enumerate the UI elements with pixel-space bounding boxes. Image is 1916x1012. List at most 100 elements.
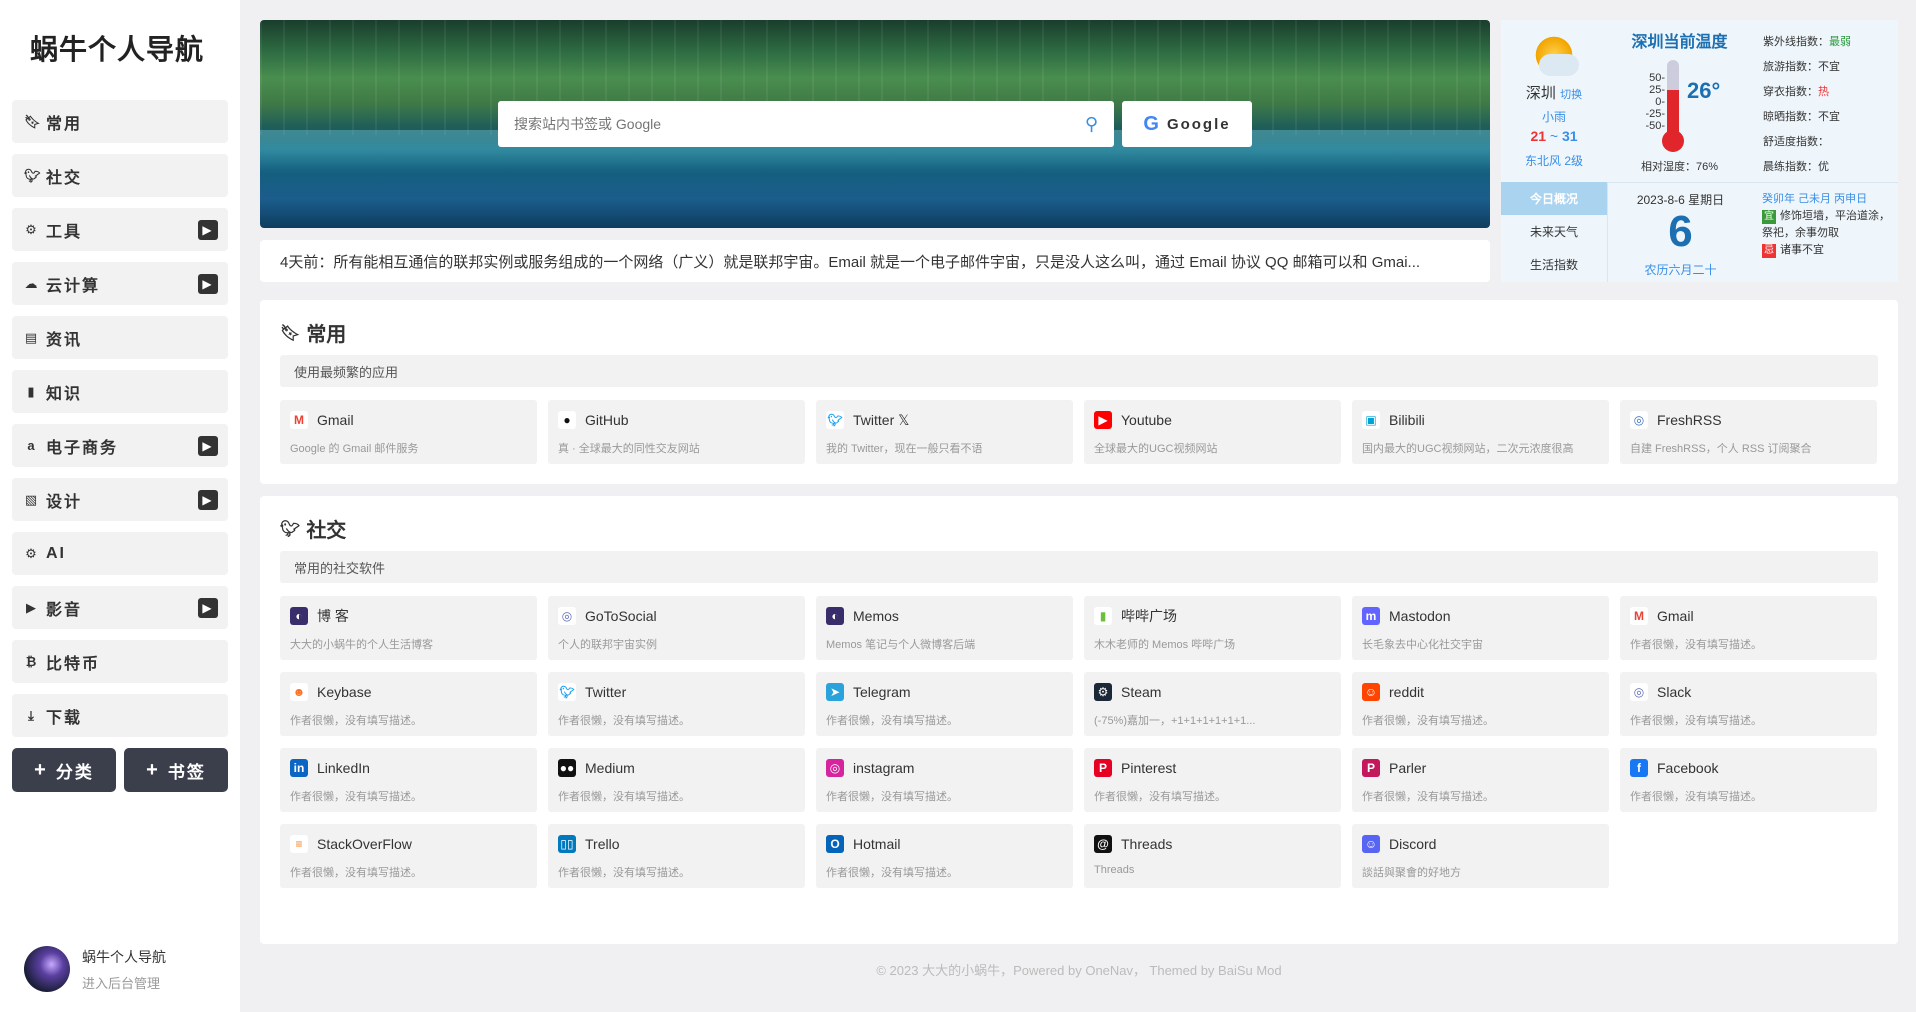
- notice-bar[interactable]: 4天前：所有能相互通信的联邦实例或服务组成的一个网络（广义）就是联邦宇宙。Ema…: [260, 240, 1490, 282]
- bookmark-card[interactable]: 🐦︎ Twitter 𝕏 我的 Twitter，现在一般只看不语: [816, 400, 1073, 464]
- bookmark-card[interactable]: M Gmail 作者很懒，没有填写描述。: [1620, 596, 1877, 660]
- bookmark-card[interactable]: ▯▯ Trello 作者很懒，没有填写描述。: [548, 824, 805, 888]
- card-header: ☺ Discord: [1362, 834, 1599, 854]
- sidebar-item-8[interactable]: ⚙ AI: [12, 532, 228, 575]
- pinterest-icon: P: [1094, 759, 1112, 777]
- sidebar-item-6[interactable]: a 电子商务 ▶: [12, 424, 228, 467]
- sidebar-item-3[interactable]: ☁ 云计算 ▶: [12, 262, 228, 305]
- weather-tab-1[interactable]: 未来天气: [1501, 215, 1607, 248]
- chevron-right-icon[interactable]: ▶: [198, 436, 218, 456]
- bookmark-card[interactable]: ☻ Keybase 作者很懒，没有填写描述。: [280, 672, 537, 736]
- card-header: P Parler: [1362, 758, 1599, 778]
- bookmark-card[interactable]: P Parler 作者很懒，没有填写描述。: [1352, 748, 1609, 812]
- chevron-right-icon[interactable]: ▶: [198, 220, 218, 240]
- bookmark-desc: 作者很懒，没有填写描述。: [558, 715, 690, 727]
- admin-link[interactable]: 进入后台管理: [82, 973, 166, 992]
- thermometer-icon: [1667, 60, 1679, 140]
- weather-widget: 深圳 切换 小雨 21 ~ 31 东北风 2级 深圳当前温度 50- 25- 0- -…: [1501, 20, 1898, 282]
- temp-low: 21: [1530, 128, 1547, 144]
- bookmark-card[interactable]: @ Threads Threads: [1084, 824, 1341, 888]
- bookmark-card[interactable]: ▶ Youtube 全球最大的UGC视频网站: [1084, 400, 1341, 464]
- card-header: ☺ reddit: [1362, 682, 1599, 702]
- hero-banner: ⚲ G Google: [260, 20, 1490, 228]
- card-header: ◐ 博 客: [290, 606, 527, 626]
- humidity: 相对湿度：76%: [1640, 161, 1719, 173]
- download-icon: ⤓: [28, 707, 36, 723]
- bookmark-name: Steam: [1121, 684, 1162, 700]
- bookmark-card[interactable]: f Facebook 作者很懒，没有填写描述。: [1620, 748, 1877, 812]
- github-icon: ●: [558, 411, 576, 429]
- bookmark-card[interactable]: ≡ StackOverFlow 作者很懒，没有填写描述。: [280, 824, 537, 888]
- chevron-right-icon[interactable]: ▶: [198, 598, 218, 618]
- almanac: 癸卯年 己未月 丙申日 宜修饰垣墙，平治道涂，祭祀，余事勿取 忌诸事不宜: [1752, 182, 1898, 282]
- temp-range: 21 ~ 31: [1501, 128, 1607, 144]
- bookmark-desc: 作者很懒，没有填写描述。: [1094, 791, 1226, 803]
- sidebar-item-2[interactable]: ⚙ 工具 ▶: [12, 208, 228, 251]
- search-input[interactable]: [514, 116, 1085, 132]
- bookmark-name: Pinterest: [1121, 760, 1177, 776]
- bilibili-icon: ▣: [1362, 411, 1380, 429]
- bookmark-card[interactable]: 🐦︎ Twitter 作者很懒，没有填写描述。: [548, 672, 805, 736]
- bookmark-card[interactable]: in LinkedIn 作者很懒，没有填写描述。: [280, 748, 537, 812]
- sidebar-item-0[interactable]: 🔖︎ 常用: [12, 100, 228, 143]
- life-index: 穿衣指数：热: [1763, 80, 1898, 105]
- thermometer-scale: 50- 25- 0- -25- -50-: [1637, 72, 1665, 132]
- bookmark-card[interactable]: m Mastodon 长毛象去中心化社交宇宙: [1352, 596, 1609, 660]
- bookmark-card[interactable]: ◐ 博 客大大的小蜗牛的个人生活博客: [280, 596, 537, 660]
- bookmark-desc: 談話與聚會的好地方: [1362, 867, 1461, 879]
- bookmark-card[interactable]: ● GitHub 真 · 全球最大的同性交友网站: [548, 400, 805, 464]
- bookmark-card[interactable]: ◐ Memos Memos 笔记与个人微博客后端: [816, 596, 1073, 660]
- bookmark-desc: 作者很懒，没有填写描述。: [826, 867, 958, 879]
- keybase-icon: ☻: [290, 683, 308, 701]
- card-header: ▮ 哔哔广场: [1094, 606, 1331, 626]
- card-header: ◎ GoToSocial: [558, 606, 795, 626]
- yi-badge: 宜: [1762, 210, 1776, 224]
- bookmark-card[interactable]: ◎ FreshRSS 自建 FreshRSS，个人 RSS 订阅聚合: [1620, 400, 1877, 464]
- sidebar-item-9[interactable]: ▶ 影音 ▶: [12, 586, 228, 629]
- twitter-icon: 🐦︎: [280, 520, 301, 538]
- search-icon[interactable]: ⚲: [1085, 114, 1098, 135]
- bookmark-card[interactable]: ◎ GoToSocial 个人的联邦宇宙实例: [548, 596, 805, 660]
- add-category-button[interactable]: + 分类: [12, 748, 116, 792]
- weather-tab-2[interactable]: 生活指数: [1501, 248, 1607, 281]
- bookmark-card[interactable]: ☺ Discord 談話與聚會的好地方: [1352, 824, 1609, 888]
- bookmark-card[interactable]: ◎ instagram 作者很懒，没有填写描述。: [816, 748, 1073, 812]
- bookmark-card[interactable]: P Pinterest 作者很懒，没有填写描述。: [1084, 748, 1341, 812]
- index-value: 不宜: [1818, 111, 1840, 123]
- card-header: ◎ Slack: [1630, 682, 1867, 702]
- current-temp: 26°: [1687, 78, 1721, 103]
- sidebar-item-4[interactable]: ▤ 资讯: [12, 316, 228, 359]
- sidebar-item-11[interactable]: ⤓ 下载: [12, 694, 228, 737]
- sidebar-item-1[interactable]: 🐦︎ 社交: [12, 154, 228, 197]
- sidebar-item-7[interactable]: ▧ 设计 ▶: [12, 478, 228, 521]
- temp-high: 31: [1561, 128, 1578, 144]
- index-label: 晾晒指数：: [1763, 111, 1818, 123]
- bookmark-card[interactable]: ▣ Bilibili 国内最大的UGC视频网站，二次元浓度很高: [1352, 400, 1609, 464]
- sidebar-item-5[interactable]: ▮ 知识: [12, 370, 228, 413]
- avatar[interactable]: [24, 946, 70, 992]
- bookmark-desc: Google 的 Gmail 邮件服务: [290, 443, 419, 455]
- add-bookmark-button[interactable]: + 书签: [124, 748, 228, 792]
- google-search-button[interactable]: G Google: [1122, 101, 1252, 147]
- user-panel[interactable]: 蜗牛个人导航 进入后台管理: [24, 946, 166, 992]
- bookmark-card[interactable]: M Gmail Google 的 Gmail 邮件服务: [280, 400, 537, 464]
- sidebar-item-label: 比特币: [46, 655, 101, 673]
- index-label: 紫外线指数：: [1763, 36, 1829, 48]
- bookmark-card[interactable]: ▮ 哔哔广场 木木老师的 Memos 哔哔广场: [1084, 596, 1341, 660]
- sidebar-item-10[interactable]: ₿ 比特币: [12, 640, 228, 683]
- bookmark-card[interactable]: ◎ Slack 作者很懒，没有填写描述。: [1620, 672, 1877, 736]
- bookmark-card[interactable]: ➤ Telegram 作者很懒，没有填写描述。: [816, 672, 1073, 736]
- site-logo[interactable]: 蜗牛个人导航: [30, 28, 204, 68]
- bookmark-name: StackOverFlow: [317, 836, 412, 852]
- bookmark-desc: 作者很懒，没有填写描述。: [290, 867, 422, 879]
- switch-city-link[interactable]: 切换: [1560, 89, 1582, 101]
- bookmark-card[interactable]: O Hotmail 作者很懒，没有填写描述。: [816, 824, 1073, 888]
- weather-tab-0[interactable]: 今日概况: [1501, 182, 1607, 215]
- chevron-right-icon[interactable]: ▶: [198, 490, 218, 510]
- bookmark-card[interactable]: ●● Medium 作者很懒，没有填写描述。: [548, 748, 805, 812]
- bookmark-card[interactable]: ☺ reddit 作者很懒，没有填写描述。: [1352, 672, 1609, 736]
- bookmark-card[interactable]: ⚙ Steam (-75%)嘉加一，+1+1+1+1+1+1...: [1084, 672, 1341, 736]
- notice-text[interactable]: 4天前：所有能相互通信的联邦实例或服务组成的一个网络（广义）就是联邦宇宙。Ema…: [280, 251, 1420, 272]
- chevron-right-icon[interactable]: ▶: [198, 274, 218, 294]
- instagram-icon: ◎: [826, 759, 844, 777]
